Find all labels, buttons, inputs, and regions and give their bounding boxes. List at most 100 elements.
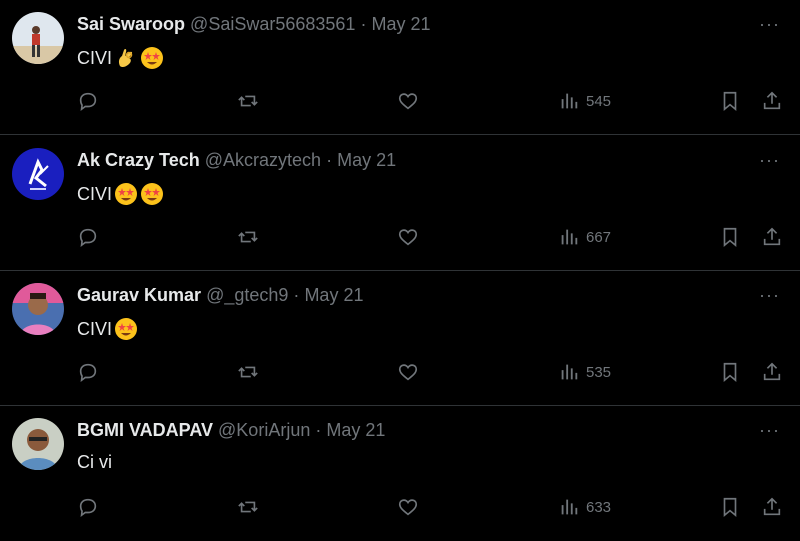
bookmark-icon (723, 497, 737, 518)
separator-dot: · (360, 14, 367, 34)
tweet-feed: Sai Swaroop @SaiSwar56683561 · May 21 ··… (0, 0, 800, 531)
avatar-photo (12, 418, 64, 470)
like-button[interactable] (397, 359, 419, 385)
reply-button[interactable] (77, 224, 99, 250)
action-bar: 633 (77, 494, 787, 520)
tweet-text-container: CIVI (77, 182, 164, 206)
share-button[interactable] (761, 359, 783, 385)
handle[interactable]: @KoriArjun (218, 420, 310, 440)
bookmark-icon (723, 227, 737, 248)
avatar-photo (12, 283, 64, 335)
display-name[interactable]: Ak Crazy Tech (77, 150, 200, 170)
handle[interactable]: @Akcrazytech (205, 150, 321, 170)
views-count: 667 (586, 228, 612, 246)
star-struck-emoji (115, 183, 138, 205)
display-name[interactable]: Sai Swaroop (77, 14, 185, 34)
timestamp[interactable]: May 21 (371, 14, 430, 34)
views-icon (561, 93, 578, 109)
more-icon[interactable]: ··· (759, 150, 780, 171)
separator-dot: · (293, 285, 300, 305)
timestamp[interactable]: May 21 (326, 420, 385, 440)
tweet[interactable]: Gaurav Kumar @_gtech9 · May 21 ··· CIVI (0, 271, 800, 406)
tweet[interactable]: Sai Swaroop @SaiSwar56683561 · May 21 ··… (0, 0, 800, 135)
like-button[interactable] (397, 88, 419, 114)
display-name[interactable]: Gaurav Kumar (77, 285, 201, 305)
retweet-button[interactable] (237, 88, 259, 114)
action-bar: 545 (77, 88, 787, 114)
retweet-button[interactable] (237, 494, 259, 520)
avatar[interactable] (12, 418, 64, 470)
tweet-text-container: CIVI (77, 317, 138, 341)
like-icon (398, 364, 418, 381)
reply-button[interactable] (77, 359, 99, 385)
like-button[interactable] (397, 494, 419, 520)
retweet-icon (238, 366, 258, 378)
action-bar: 667 (77, 224, 787, 250)
bookmark-button[interactable] (719, 359, 741, 385)
like-icon (398, 229, 418, 246)
tweet-text: CIVI (77, 183, 113, 204)
share-icon (763, 91, 781, 110)
reply-button[interactable] (77, 494, 99, 520)
views-icon (561, 364, 578, 380)
share-button[interactable] (761, 494, 783, 520)
share-icon (763, 227, 781, 246)
handle[interactable]: @_gtech9 (206, 285, 288, 305)
more-icon[interactable]: ··· (759, 285, 780, 306)
avatar-logo (12, 148, 64, 200)
avatar[interactable] (12, 148, 64, 200)
tweet-text-container: CIVI (77, 46, 164, 70)
avatar[interactable] (12, 12, 64, 64)
ok-hand-emoji (118, 48, 133, 68)
handle[interactable]: @SaiSwar56683561 (190, 14, 355, 34)
retweet-button[interactable] (237, 359, 259, 385)
share-icon (763, 497, 781, 516)
like-icon (398, 499, 418, 516)
views-count: 633 (586, 498, 612, 516)
reply-icon (79, 363, 97, 383)
bookmark-button[interactable] (719, 224, 741, 250)
reply-icon (79, 92, 97, 112)
tweet-text: CIVI (77, 318, 113, 339)
separator-dot: · (315, 420, 322, 440)
star-struck-emoji (115, 318, 138, 340)
tweet-text: Ci vi (77, 452, 112, 472)
star-struck-emoji (141, 47, 164, 69)
bookmark-icon (723, 91, 737, 112)
avatar-photo (12, 12, 64, 64)
tweet[interactable]: Ak Crazy Tech @Akcrazytech · May 21 ··· … (0, 136, 800, 271)
display-name[interactable]: BGMI VADAPAV (77, 420, 213, 440)
tweet[interactable]: BGMI VADAPAV @KoriArjun · May 21 ··· Ci … (0, 406, 800, 541)
share-button[interactable] (761, 224, 783, 250)
more-icon[interactable]: ··· (759, 420, 780, 441)
reply-icon (79, 498, 97, 518)
views-count: 545 (586, 92, 612, 110)
reply-icon (79, 228, 97, 248)
views-button[interactable]: 545 (558, 88, 611, 114)
views-button[interactable]: 667 (558, 224, 611, 250)
star-struck-emoji (141, 183, 164, 205)
bookmark-button[interactable] (719, 88, 741, 114)
views-button[interactable]: 535 (558, 359, 611, 385)
action-bar: 535 (77, 359, 787, 385)
share-icon (763, 362, 781, 381)
reply-button[interactable] (77, 88, 99, 114)
bookmark-icon (723, 362, 737, 383)
more-icon[interactable]: ··· (759, 14, 780, 35)
retweet-button[interactable] (237, 224, 259, 250)
timestamp[interactable]: May 21 (337, 150, 396, 170)
separator-dot: · (326, 150, 333, 170)
retweet-icon (238, 231, 258, 243)
views-icon (561, 499, 578, 515)
views-count: 535 (586, 363, 612, 381)
bookmark-button[interactable] (719, 494, 741, 520)
retweet-icon (238, 95, 258, 107)
avatar[interactable] (12, 283, 64, 335)
like-button[interactable] (397, 224, 419, 250)
timestamp[interactable]: May 21 (304, 285, 363, 305)
share-button[interactable] (761, 88, 783, 114)
like-icon (398, 93, 418, 110)
retweet-icon (238, 501, 258, 513)
views-button[interactable]: 633 (558, 494, 611, 520)
tweet-text-container: Ci vi (77, 452, 112, 473)
